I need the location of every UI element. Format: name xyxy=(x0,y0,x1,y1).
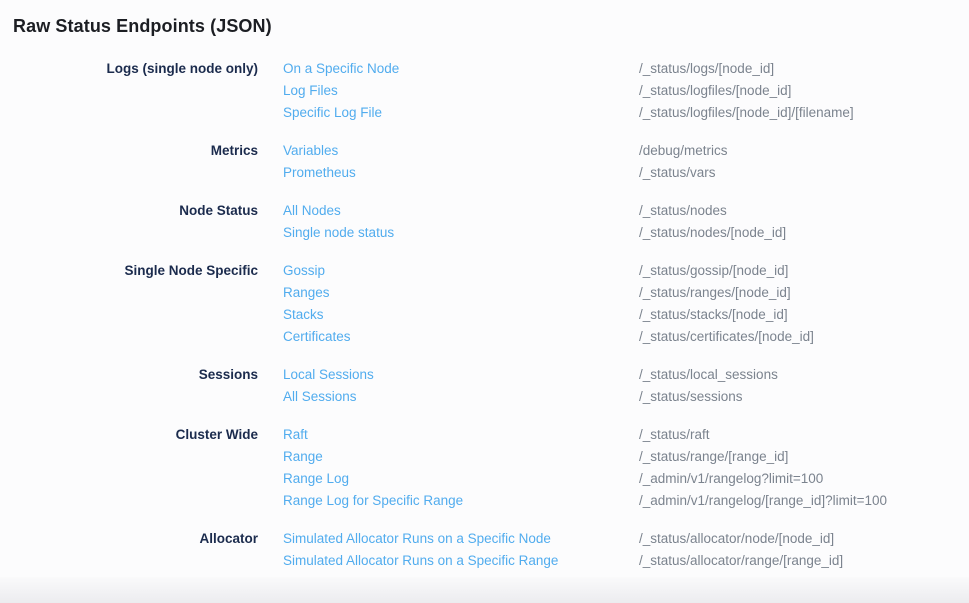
endpoint-path: /_status/gossip/[node_id] xyxy=(639,260,788,282)
endpoint-entry: All Nodes/_status/nodes xyxy=(283,200,969,222)
endpoint-path: /_status/allocator/range/[range_id] xyxy=(639,550,843,572)
endpoint-entry: Specific Log File/_status/logfiles/[node… xyxy=(283,102,969,124)
endpoint-path: /_status/range/[range_id] xyxy=(639,446,788,468)
endpoint-path: /_status/local_sessions xyxy=(639,364,778,386)
category-label: Single Node Specific xyxy=(0,260,258,282)
endpoint-entry: Stacks/_status/stacks/[node_id] xyxy=(283,304,969,326)
endpoint-link[interactable]: Log Files xyxy=(283,80,639,102)
category-label: Logs (single node only) xyxy=(0,58,258,80)
endpoint-entry: Variables/debug/metrics xyxy=(283,140,969,162)
endpoint-link[interactable]: Raft xyxy=(283,424,639,446)
endpoint-link[interactable]: Variables xyxy=(283,140,639,162)
endpoint-groups: Logs (single node only) On a Specific Nod… xyxy=(0,58,969,572)
endpoint-link[interactable]: Ranges xyxy=(283,282,639,304)
endpoint-entry: Ranges/_status/ranges/[node_id] xyxy=(283,282,969,304)
endpoint-entry: Raft/_status/raft xyxy=(283,424,969,446)
endpoint-group: Sessions Local Sessions/_status/local_ses… xyxy=(0,364,969,408)
endpoint-path: /_status/raft xyxy=(639,424,710,446)
endpoint-path: /_status/logfiles/[node_id]/[filename] xyxy=(639,102,854,124)
endpoint-link[interactable]: All Sessions xyxy=(283,386,639,408)
endpoint-path: /_status/sessions xyxy=(639,386,743,408)
endpoint-entry: Local Sessions/_status/local_sessions xyxy=(283,364,969,386)
endpoint-path: /_status/nodes xyxy=(639,200,727,222)
category-label: Cluster Wide xyxy=(0,424,258,446)
endpoint-link[interactable]: Stacks xyxy=(283,304,639,326)
endpoint-path: /_admin/v1/rangelog/[range_id]?limit=100 xyxy=(639,490,887,512)
endpoint-entry: All Sessions/_status/sessions xyxy=(283,386,969,408)
endpoint-path: /_status/logfiles/[node_id] xyxy=(639,80,791,102)
endpoint-link[interactable]: Single node status xyxy=(283,222,639,244)
endpoint-path: /_admin/v1/rangelog?limit=100 xyxy=(639,468,823,490)
endpoint-entry: Simulated Allocator Runs on a Specific N… xyxy=(283,528,969,550)
endpoint-link[interactable]: Simulated Allocator Runs on a Specific R… xyxy=(283,550,639,572)
endpoint-link[interactable]: Range Log xyxy=(283,468,639,490)
endpoint-path: /_status/certificates/[node_id] xyxy=(639,326,814,348)
endpoint-entry: Range Log/_admin/v1/rangelog?limit=100 xyxy=(283,468,969,490)
entry-list: Simulated Allocator Runs on a Specific N… xyxy=(283,528,969,572)
entry-list: Raft/_status/raftRange/_status/range/[ra… xyxy=(283,424,969,512)
endpoint-path: /_status/nodes/[node_id] xyxy=(639,222,786,244)
category-label: Allocator xyxy=(0,528,258,550)
endpoint-link[interactable]: On a Specific Node xyxy=(283,58,639,80)
endpoint-entry: Log Files/_status/logfiles/[node_id] xyxy=(283,80,969,102)
endpoint-link[interactable]: Gossip xyxy=(283,260,639,282)
category-label: Sessions xyxy=(0,364,258,386)
endpoint-path: /debug/metrics xyxy=(639,140,728,162)
endpoint-path: /_status/stacks/[node_id] xyxy=(639,304,788,326)
endpoint-entry: Certificates/_status/certificates/[node_… xyxy=(283,326,969,348)
endpoint-link[interactable]: Specific Log File xyxy=(283,102,639,124)
endpoint-link[interactable]: Range xyxy=(283,446,639,468)
entry-list: Variables/debug/metricsPrometheus/_statu… xyxy=(283,140,969,184)
entry-list: Local Sessions/_status/local_sessionsAll… xyxy=(283,364,969,408)
endpoint-group: Node Status All Nodes/_status/nodesSingle… xyxy=(0,200,969,244)
endpoint-path: /_status/allocator/node/[node_id] xyxy=(639,528,834,550)
endpoint-entry: Range Log for Specific Range/_admin/v1/r… xyxy=(283,490,969,512)
endpoint-group: Logs (single node only) On a Specific Nod… xyxy=(0,58,969,124)
endpoint-entry: Single node status/_status/nodes/[node_i… xyxy=(283,222,969,244)
endpoint-link[interactable]: All Nodes xyxy=(283,200,639,222)
bottom-strip xyxy=(0,577,969,603)
endpoint-link[interactable]: Certificates xyxy=(283,326,639,348)
entry-list: Gossip/_status/gossip/[node_id]Ranges/_s… xyxy=(283,260,969,348)
endpoint-link[interactable]: Prometheus xyxy=(283,162,639,184)
endpoint-entry: Range/_status/range/[range_id] xyxy=(283,446,969,468)
entry-list: All Nodes/_status/nodesSingle node statu… xyxy=(283,200,969,244)
endpoint-entry: Simulated Allocator Runs on a Specific R… xyxy=(283,550,969,572)
endpoint-entry: On a Specific Node/_status/logs/[node_id… xyxy=(283,58,969,80)
endpoint-path: /_status/logs/[node_id] xyxy=(639,58,774,80)
endpoint-link[interactable]: Range Log for Specific Range xyxy=(283,490,639,512)
endpoint-link[interactable]: Simulated Allocator Runs on a Specific N… xyxy=(283,528,639,550)
endpoint-path: /_status/vars xyxy=(639,162,716,184)
category-label: Node Status xyxy=(0,200,258,222)
entry-list: On a Specific Node/_status/logs/[node_id… xyxy=(283,58,969,124)
endpoint-group: Allocator Simulated Allocator Runs on a S… xyxy=(0,528,969,572)
endpoint-group: Cluster Wide Raft/_status/raftRange/_stat… xyxy=(0,424,969,512)
endpoint-link[interactable]: Local Sessions xyxy=(283,364,639,386)
endpoint-path: /_status/ranges/[node_id] xyxy=(639,282,791,304)
endpoint-group: Single Node Specific Gossip/_status/gossi… xyxy=(0,260,969,348)
endpoint-entry: Gossip/_status/gossip/[node_id] xyxy=(283,260,969,282)
endpoint-entry: Prometheus/_status/vars xyxy=(283,162,969,184)
endpoint-group: Metrics Variables/debug/metricsPrometheus… xyxy=(0,140,969,184)
page-title: Raw Status Endpoints (JSON) xyxy=(0,0,969,38)
category-label: Metrics xyxy=(0,140,258,162)
